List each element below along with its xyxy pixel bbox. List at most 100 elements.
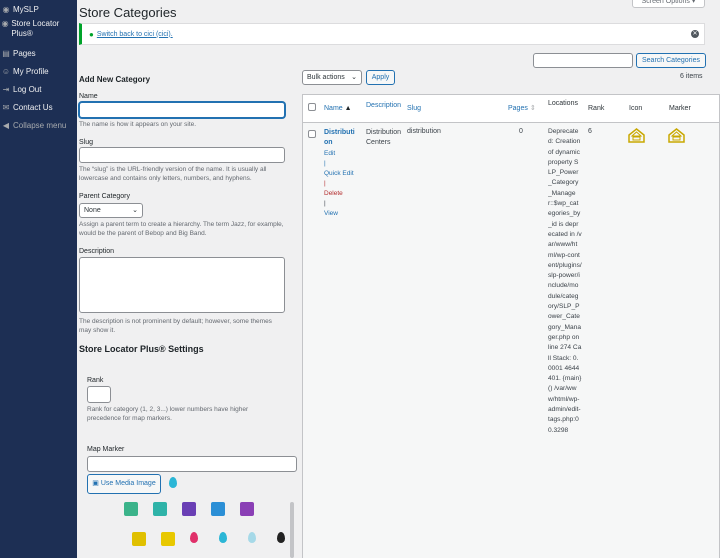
name-input[interactable] (79, 102, 285, 118)
select-all-checkbox[interactable] (308, 103, 316, 111)
contact-icon: ✉ (2, 103, 10, 112)
parent-help: Assign a parent term to create a hierarc… (79, 221, 284, 237)
search-categories-input[interactable] (533, 53, 633, 68)
map-marker-label: Map Marker (87, 446, 125, 453)
sidebar-item-label: My Profile (13, 67, 49, 76)
edit-link[interactable]: Edit (324, 149, 362, 159)
search-categories-button[interactable]: Search Categories (636, 53, 706, 68)
column-header-icon: Icon (629, 105, 643, 112)
sidebar-item-pages[interactable]: ▤ Pages (0, 47, 77, 61)
sidebar-item-label: Log Out (13, 85, 42, 94)
store-locator-icon: ◉ (1, 19, 9, 28)
categories-table: Name ▲ Description Slug Pages ⇕ Location… (302, 94, 720, 558)
black-pin-icon[interactable] (277, 532, 285, 543)
column-header-slug[interactable]: Slug (407, 104, 421, 113)
table-row: Distribution Edit | Quick Edit | Delete … (303, 123, 719, 558)
row-slug: distribution (407, 128, 441, 135)
row-checkbox[interactable] (308, 130, 316, 138)
column-header-pages[interactable]: Pages ⇕ (508, 104, 536, 113)
rank-input[interactable] (87, 386, 111, 403)
sidebar-item-my-profile[interactable]: ☺ My Profile (0, 65, 77, 79)
info-marker-icon[interactable] (211, 502, 225, 516)
name-help: The name is how it appears on your site. (79, 121, 197, 128)
main-content: Store Categories Screen Options ▾ ● Swit… (77, 0, 720, 558)
bulk-actions-select[interactable]: Bulk actions ⌄ (302, 70, 362, 85)
slug-help: The “slug” is the URL-friendly version o… (79, 166, 267, 182)
sidebar-item-log-out[interactable]: ⇥ Log Out (0, 83, 77, 97)
page-title: Store Categories (79, 5, 177, 20)
blue-pin-icon[interactable] (219, 532, 227, 543)
marker-scrollbar[interactable] (290, 502, 294, 558)
use-media-image-label: Use Media Image (100, 480, 156, 487)
row-pages: 0 (519, 128, 523, 135)
chevron-down-icon: ⌄ (132, 207, 138, 214)
rank-label: Rank (87, 377, 104, 384)
sidebar-item-label: Collapse menu (13, 121, 67, 130)
document-marker-icon[interactable] (240, 502, 254, 516)
sidebar-item-store-locator-plus[interactable]: ◉ Store Locator Plus® (0, 17, 77, 41)
slug-label: Slug (79, 139, 94, 146)
item-count: 6 items (680, 73, 703, 80)
bulk-actions-value: Bulk actions (307, 74, 345, 81)
parent-category-value: None (84, 207, 101, 214)
row-description: Distribution Centers (366, 129, 402, 146)
map-marker-input[interactable] (87, 456, 297, 472)
dismiss-icon[interactable]: ✕ (691, 30, 699, 38)
sidebar-item-label: MySLP (13, 5, 39, 14)
media-icon: ▣ (92, 480, 99, 487)
user-switch-icon: ● (89, 29, 94, 39)
column-header-location: Locations (548, 100, 578, 107)
home-icon (628, 128, 645, 143)
parent-category-label: Parent Category (79, 193, 130, 200)
parent-category-select[interactable]: None ⌄ (79, 203, 143, 218)
screen-options-button[interactable]: Screen Options ▾ (632, 0, 705, 8)
description-label: Description (79, 248, 115, 255)
admin-sidebar: ◉ MySLP ◉ Store Locator Plus® ▤ Pages ☺ My Prof… (0, 0, 77, 558)
row-location-error: Deprecated: Creation of dynamic property… (548, 128, 582, 434)
slug-input[interactable] (79, 147, 285, 163)
switch-user-notice: ● Switch back to cici (cici). ✕ (79, 23, 705, 45)
sidebar-item-label: Pages (13, 49, 36, 58)
profile-icon: ☺ (1, 67, 11, 76)
home-marker-icon (668, 128, 685, 143)
row-actions: Edit | Quick Edit | Delete | View (324, 149, 362, 219)
sort-icon: ⇕ (529, 105, 536, 112)
pages-icon: ▤ (2, 49, 10, 58)
column-header-description[interactable]: Description (366, 101, 406, 110)
pin-icon: ◉ (2, 5, 10, 14)
use-media-image-button[interactable]: ▣ Use Media Image (87, 474, 161, 494)
sidebar-item-label: Store Locator Plus® (11, 19, 60, 38)
apply-button[interactable]: Apply (366, 70, 395, 85)
marker-grid (119, 502, 289, 558)
slp-settings-heading: Store Locator Plus® Settings (79, 344, 204, 354)
column-header-name[interactable]: Name ▲ (324, 104, 352, 113)
name-label: Name (79, 93, 98, 100)
car-marker-icon[interactable] (132, 532, 146, 546)
sidebar-item-myslp[interactable]: ◉ MySLP (0, 3, 77, 17)
sort-up-icon: ▲ (344, 105, 352, 112)
tools-marker-icon[interactable] (182, 502, 196, 516)
sidebar-item-contact-us[interactable]: ✉ Contact Us (0, 101, 77, 115)
description-textarea[interactable] (79, 257, 285, 313)
logout-icon: ⇥ (2, 85, 10, 94)
chevron-down-icon: ⌄ (351, 74, 357, 81)
collapse-icon: ◀ (2, 121, 10, 130)
column-header-rank: Rank (588, 105, 605, 112)
switch-back-link[interactable]: Switch back to cici (cici). (97, 31, 173, 38)
sidebar-item-label: Contact Us (13, 103, 53, 112)
row-name-link[interactable]: Distribution (324, 128, 357, 148)
quick-edit-link[interactable]: Quick Edit (324, 169, 362, 179)
description-help: The description is not prominent by defa… (79, 318, 272, 334)
view-link[interactable]: View (324, 209, 362, 219)
home-marker-icon[interactable] (161, 532, 175, 546)
download-marker-icon[interactable] (124, 502, 138, 516)
row-rank: 6 (588, 128, 592, 135)
pink-pin-icon[interactable] (190, 532, 198, 543)
selected-marker-icon (169, 477, 177, 488)
column-header-marker: Marker (669, 105, 691, 112)
sidebar-item-collapse-menu[interactable]: ◀ Collapse menu (0, 119, 77, 133)
cart-marker-icon[interactable] (153, 502, 167, 516)
light-pin-icon[interactable] (248, 532, 256, 543)
delete-link[interactable]: Delete (324, 189, 362, 199)
add-category-heading: Add New Category (79, 75, 151, 84)
